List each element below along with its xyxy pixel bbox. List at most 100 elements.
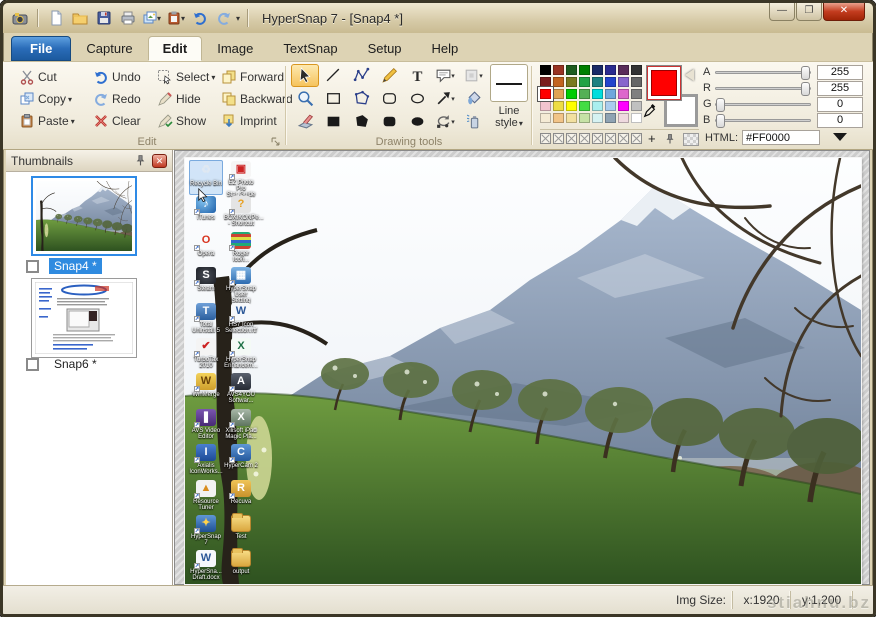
snap6-checkbox[interactable]	[26, 358, 39, 371]
palette-swatch[interactable]	[631, 101, 642, 111]
pattern-swatch[interactable]	[683, 133, 699, 146]
palette-swatch[interactable]	[592, 65, 603, 75]
slider-track[interactable]	[715, 119, 811, 122]
new-file-button[interactable]	[45, 8, 66, 28]
resize-grip[interactable]	[852, 591, 873, 609]
palette-swatch[interactable]	[579, 101, 590, 111]
thumbnail-snap4[interactable]	[31, 176, 137, 256]
qat-customize-icon[interactable]: ▾	[236, 14, 240, 23]
undo-button[interactable]: Undo	[91, 66, 155, 88]
tab-textsnap[interactable]: TextSnap	[268, 36, 352, 61]
transparent-slot[interactable]	[566, 133, 577, 144]
palette-swatch[interactable]	[566, 113, 577, 123]
palette-swatch[interactable]	[579, 65, 590, 75]
palette-swatch[interactable]	[631, 113, 642, 123]
palette-swatch[interactable]	[553, 89, 564, 99]
text-tool[interactable]	[403, 64, 431, 87]
slider-value-field[interactable]	[817, 113, 863, 128]
pencil-tool[interactable]	[375, 64, 403, 87]
palette-swatch[interactable]	[566, 77, 577, 87]
snap4-checkbox[interactable]	[26, 260, 39, 273]
spray-tool[interactable]	[459, 110, 487, 133]
palette-swatch[interactable]	[540, 113, 551, 123]
palette-swatch[interactable]	[540, 77, 551, 87]
palette-swatch[interactable]	[592, 89, 603, 99]
palette-swatch[interactable]	[592, 101, 603, 111]
palette-swatch[interactable]	[566, 65, 577, 75]
select-button[interactable]: Select▾	[155, 66, 219, 88]
transparent-slot[interactable]	[540, 133, 551, 144]
tab-help[interactable]: Help	[417, 36, 474, 61]
frrect-tool[interactable]	[375, 110, 403, 133]
rotate-tool[interactable]: ▾	[431, 110, 459, 133]
palette-swatch[interactable]	[605, 89, 616, 99]
callout-tool[interactable]: ▾	[431, 64, 459, 87]
line-style-widget[interactable]: Line style ▾	[489, 64, 529, 132]
slider-value-field[interactable]	[817, 65, 863, 80]
line-tool[interactable]	[319, 64, 347, 87]
slider-track[interactable]	[715, 103, 811, 106]
palette-swatch[interactable]	[579, 113, 590, 123]
rect-tool[interactable]	[319, 87, 347, 110]
frect-tool[interactable]	[319, 110, 347, 133]
palette-swatch[interactable]	[605, 113, 616, 123]
transparent-slot[interactable]	[553, 133, 564, 144]
fpoly-tool[interactable]	[347, 110, 375, 133]
slider-thumb[interactable]	[801, 82, 810, 96]
capture-button[interactable]: ▾	[141, 8, 162, 28]
html-color-field[interactable]	[742, 130, 820, 145]
bucket-tool[interactable]	[459, 87, 487, 110]
app-logo-icon[interactable]	[9, 8, 30, 28]
tab-edit[interactable]: Edit	[148, 36, 203, 61]
palette-swatch[interactable]	[618, 65, 629, 75]
palette-swatch[interactable]	[618, 113, 629, 123]
pin-icon[interactable]	[664, 133, 676, 145]
close-button[interactable]: ✕	[823, 3, 865, 21]
slider-track[interactable]	[715, 71, 811, 74]
undo-button[interactable]	[189, 8, 210, 28]
palette-swatch[interactable]	[553, 65, 564, 75]
swap-colors-icon[interactable]	[685, 69, 694, 81]
redo-button[interactable]	[213, 8, 234, 28]
slider-thumb[interactable]	[716, 114, 725, 128]
palette-swatch[interactable]	[579, 77, 590, 87]
palette-swatch[interactable]	[631, 77, 642, 87]
palette-swatch[interactable]	[618, 77, 629, 87]
copy-button[interactable]: Copy▾	[17, 88, 91, 110]
paste-capture-button[interactable]: ▾	[165, 8, 186, 28]
transparent-slot[interactable]	[618, 133, 629, 144]
foval-tool[interactable]	[403, 110, 431, 133]
paste-button[interactable]: Paste▾	[17, 110, 91, 132]
arrow-tool[interactable]: ▾	[431, 87, 459, 110]
clear-button[interactable]: Clear	[91, 110, 155, 132]
palette-swatch[interactable]	[553, 77, 564, 87]
tab-file[interactable]: File	[11, 36, 71, 61]
slider-value-field[interactable]	[817, 81, 863, 96]
palette-swatch[interactable]	[540, 101, 551, 111]
slider-thumb[interactable]	[716, 98, 725, 112]
redo-button[interactable]: Redo	[91, 88, 155, 110]
maximize-button[interactable]: ❐	[796, 3, 822, 21]
save-button[interactable]	[93, 8, 114, 28]
snap4-label[interactable]: Snap4 *	[49, 258, 102, 274]
editor-canvas[interactable]: ♻ Recycle Bin ♪➚ iTunes O➚ Opera S➚ Stea…	[174, 150, 870, 585]
dialog-launcher-icon[interactable]	[270, 136, 281, 147]
add-color-button[interactable]: +	[648, 133, 656, 146]
captured-image[interactable]: ♻ Recycle Bin ♪➚ iTunes O➚ Opera S➚ Stea…	[185, 158, 861, 584]
palette-swatch[interactable]	[553, 113, 564, 123]
thumbnail-snap6[interactable]	[31, 278, 137, 358]
polyline-tool[interactable]	[347, 64, 375, 87]
hide-button[interactable]: Hide	[155, 88, 219, 110]
poly-tool[interactable]	[347, 87, 375, 110]
palette-swatch[interactable]	[605, 65, 616, 75]
cursor-tool[interactable]	[291, 64, 319, 87]
tab-image[interactable]: Image	[202, 36, 268, 61]
transparent-slot[interactable]	[605, 133, 616, 144]
title-bar[interactable]: ▾ ▾ ▾ HyperSnap 7 - [Snap4 *] — ❐ ✕	[3, 3, 873, 33]
pin-icon[interactable]	[134, 154, 147, 167]
snap6-label[interactable]: Snap6 *	[49, 356, 102, 372]
palette-swatch[interactable]	[618, 89, 629, 99]
rrect-tool[interactable]	[375, 87, 403, 110]
cut-button[interactable]: Cut	[17, 66, 91, 88]
palette-swatch[interactable]	[631, 89, 642, 99]
